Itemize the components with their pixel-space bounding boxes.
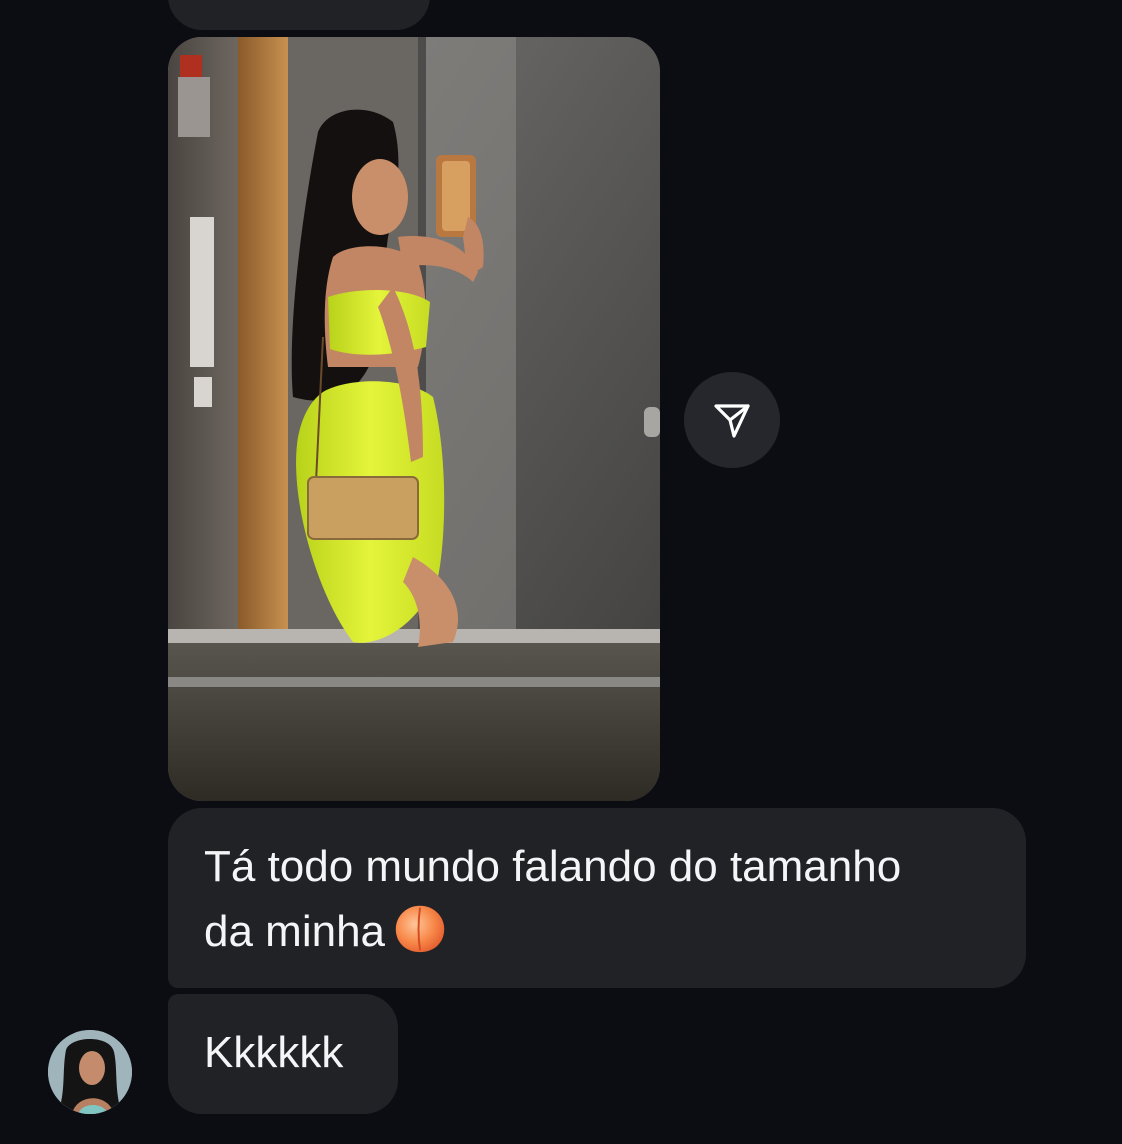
message-text: Kkkkkk xyxy=(204,1028,344,1077)
chat-thread: Tá todo mundo falando do tamanho da minh… xyxy=(0,0,1122,1144)
message-bubble[interactable]: Kkkkkk xyxy=(168,994,398,1114)
peach-emoji xyxy=(395,905,445,953)
previous-message-bubble[interactable] xyxy=(168,0,430,30)
photo-message[interactable] xyxy=(168,37,660,801)
share-button[interactable] xyxy=(684,372,780,468)
message-text-fragment: da minha xyxy=(204,907,386,956)
avatar-icon xyxy=(48,1030,132,1114)
elevator-selfie-photo xyxy=(168,37,660,801)
message-text-line-1: Tá todo mundo falando do tamanho xyxy=(204,842,902,891)
send-icon xyxy=(714,404,750,438)
message-text-line-2: da minha xyxy=(204,898,990,963)
message-bubble[interactable]: Tá todo mundo falando do tamanho da minh… xyxy=(168,808,1026,988)
sender-avatar[interactable] xyxy=(48,1030,132,1114)
